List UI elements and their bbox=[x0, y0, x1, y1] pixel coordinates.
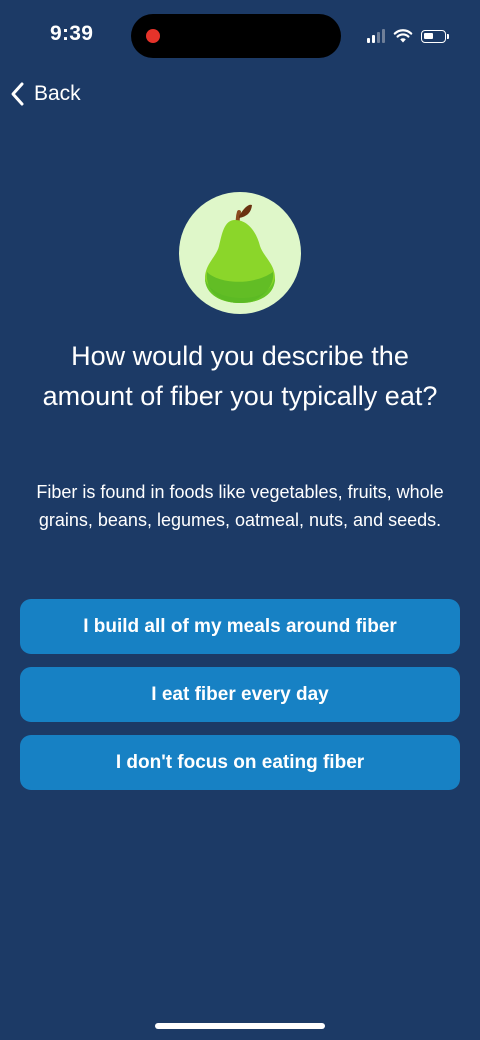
question-subtitle: Fiber is found in foods like vegetables,… bbox=[36, 482, 444, 530]
home-indicator[interactable] bbox=[155, 1023, 325, 1029]
option-dont-focus-on-fiber[interactable]: I don't focus on eating fiber bbox=[20, 735, 460, 790]
option-build-meals-around-fiber[interactable]: I build all of my meals around fiber bbox=[20, 599, 460, 654]
status-bar: 9:39 bbox=[0, 0, 480, 72]
back-button[interactable]: Back bbox=[10, 76, 81, 112]
pear-icon bbox=[205, 204, 275, 303]
status-icons bbox=[367, 26, 449, 46]
status-time: 9:39 bbox=[50, 22, 94, 45]
hero-illustration bbox=[179, 192, 301, 314]
option-eat-fiber-every-day[interactable]: I eat fiber every day bbox=[20, 667, 460, 722]
back-label: Back bbox=[34, 82, 81, 105]
signal-icon bbox=[367, 29, 385, 43]
chevron-left-icon bbox=[11, 82, 24, 106]
wifi-icon bbox=[393, 28, 413, 42]
answer-options: I build all of my meals around fiber I e… bbox=[20, 599, 460, 803]
question-title: How would you describe the amount of fib… bbox=[42, 341, 438, 411]
battery-icon bbox=[421, 29, 449, 43]
dynamic-island bbox=[131, 14, 341, 58]
recording-indicator bbox=[146, 29, 160, 43]
